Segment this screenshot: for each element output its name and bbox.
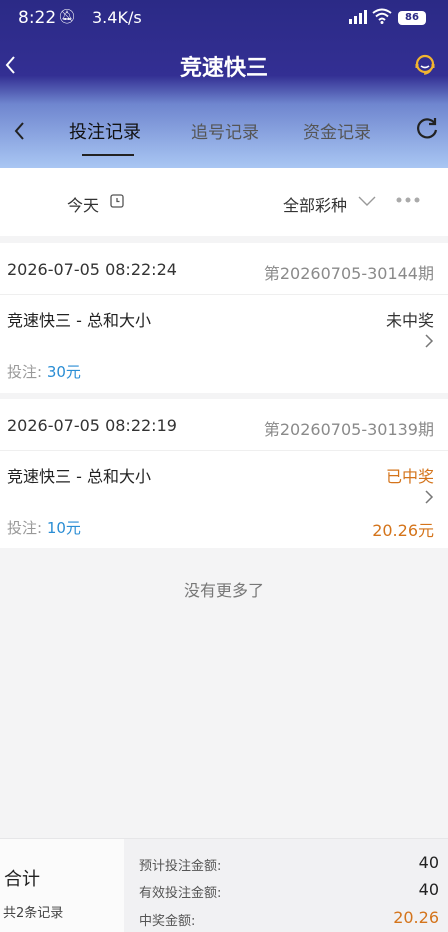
record-result: 未中奖 (385, 311, 434, 330)
status-time: 8:22 (18, 8, 57, 28)
status-bar: 8:22 🔕︎ 3.4K/s 86 (0, 0, 448, 36)
record-result: 已中奖 (385, 467, 434, 486)
record-header: 2026-07-05 08:22:19 第20260705-30139期 (0, 399, 448, 451)
record-tabs: 投注记录 追号记录 资金记录 (0, 94, 448, 168)
win-label: 中奖金额: (139, 914, 196, 929)
wifi-icon (372, 8, 392, 24)
summary-valid-row: 有效投注金额: 40 (139, 880, 439, 901)
record-datetime: 2026-07-05 08:22:19 (7, 416, 177, 435)
summary-total-box: 合计 共2条记录 (0, 839, 124, 932)
chevron-right-icon[interactable] (424, 489, 434, 505)
bet-amount: 10元 (46, 519, 81, 537)
tab-bet-records[interactable]: 投注记录 (69, 118, 141, 144)
bell-muted-icon: 🔕︎ (58, 9, 76, 25)
record-game: 竞速快三 - 总和大小 (7, 311, 151, 330)
chevron-down-icon[interactable] (358, 196, 376, 206)
no-more-text: 没有更多了 (183, 581, 264, 600)
lottery-type-filter[interactable]: 全部彩种 (283, 192, 347, 216)
bet-amount: 30元 (46, 363, 81, 381)
record-datetime: 2026-07-05 08:22:24 (7, 260, 177, 279)
bet-label: 投注: (7, 519, 43, 537)
filter-bar: 今天 全部彩种 (0, 168, 448, 236)
tab-active-indicator (82, 154, 134, 156)
valid-value: 40 (418, 880, 439, 899)
page-title: 竞速快三 (179, 56, 268, 81)
record-win-amount: 20.26元 (372, 521, 434, 540)
record-header: 2026-07-05 08:22:24 第20260705-30144期 (0, 243, 448, 295)
battery-indicator: 86 (398, 11, 426, 25)
title-bar: 竞速快三 (0, 38, 448, 94)
tab-back-icon[interactable] (12, 120, 28, 142)
record-period: 第20260705-30144期 (263, 264, 434, 283)
chevron-right-icon[interactable] (424, 333, 434, 349)
summary-expected-row: 预计投注金额: 40 (139, 853, 439, 874)
date-filter[interactable]: 今天 (67, 192, 99, 216)
summary-count: 共2条记录 (3, 906, 64, 921)
bet-label: 投注: (7, 363, 43, 381)
signal-icon (349, 10, 367, 24)
expected-value: 40 (418, 853, 439, 872)
more-icon[interactable] (396, 196, 420, 204)
customer-service-icon[interactable] (412, 52, 438, 78)
win-value: 20.26 (393, 908, 439, 927)
record-period: 第20260705-30139期 (263, 420, 434, 439)
summary-title: 合计 (4, 869, 40, 890)
record-game: 竞速快三 - 总和大小 (7, 467, 151, 486)
valid-label: 有效投注金额: (139, 886, 222, 901)
network-speed: 3.4K/s (92, 8, 142, 27)
summary-panel: 合计 共2条记录 预计投注金额: 40 有效投注金额: 40 中奖金额: 20.… (0, 838, 448, 932)
summary-win-row: 中奖金额: 20.26 (139, 908, 439, 929)
record-bet: 投注: 10元 (7, 517, 81, 538)
calendar-clock-icon[interactable] (110, 194, 124, 208)
bet-record-card[interactable]: 2026-07-05 08:22:19 第20260705-30139期 竞速快… (0, 399, 448, 548)
tab-fund-records[interactable]: 资金记录 (303, 118, 371, 143)
header-background: 8:22 🔕︎ 3.4K/s 86 竞速快三 投注记录 追号记录 资金记录 (0, 0, 448, 168)
record-bet: 投注: 30元 (7, 361, 81, 382)
tab-chase-records[interactable]: 追号记录 (191, 118, 259, 143)
bet-record-card[interactable]: 2026-07-05 08:22:24 第20260705-30144期 竞速快… (0, 243, 448, 393)
refresh-icon[interactable] (414, 116, 440, 142)
expected-label: 预计投注金额: (139, 859, 222, 874)
